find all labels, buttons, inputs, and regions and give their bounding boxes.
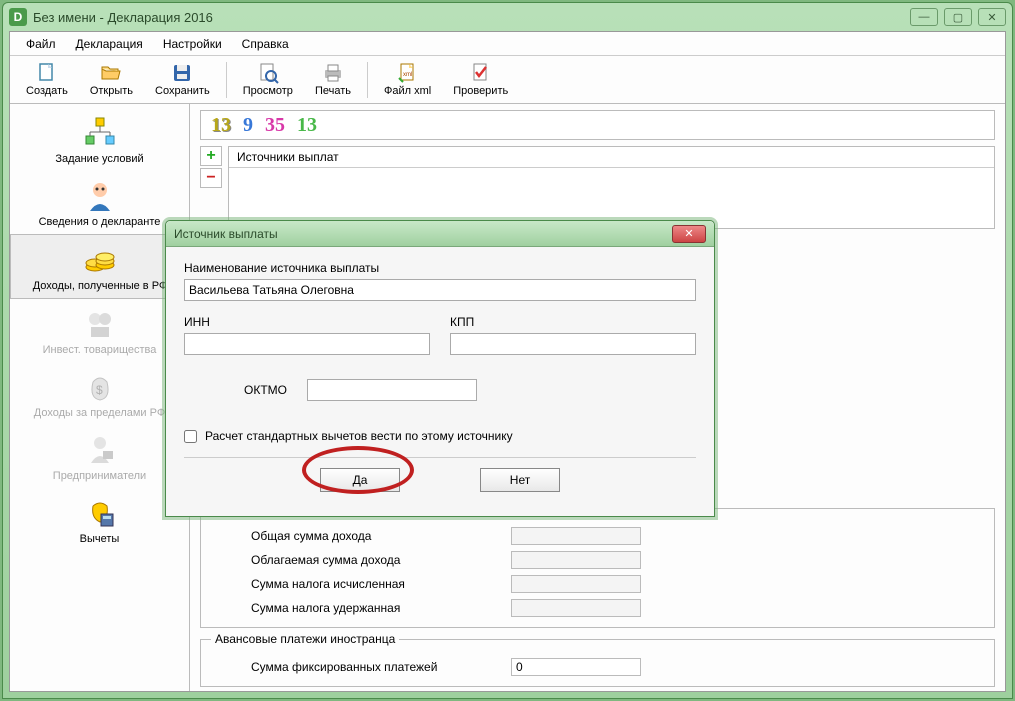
dialog-titlebar[interactable]: Источник выплаты ✕ xyxy=(166,221,714,247)
menu-help[interactable]: Справка xyxy=(234,35,297,53)
sidebar-item-entrepreneurs[interactable]: Предприниматели xyxy=(10,425,189,488)
kpp-input[interactable] xyxy=(450,333,696,355)
person-icon xyxy=(83,179,117,213)
rate-13a[interactable]: 13 xyxy=(211,114,231,137)
check-icon xyxy=(470,62,492,84)
menu-file[interactable]: Файл xyxy=(18,35,64,53)
svg-text:xml: xml xyxy=(403,72,412,78)
svg-text:$: $ xyxy=(96,383,103,397)
money-bag-icon: $ xyxy=(83,370,117,404)
preview-button[interactable]: Просмотр xyxy=(233,58,303,102)
print-button[interactable]: Печать xyxy=(305,58,361,102)
source-name-label: Наименование источника выплаты xyxy=(184,261,696,275)
sidebar-item-deductions[interactable]: Вычеты xyxy=(10,488,189,551)
sidebar-item-declarant[interactable]: Сведения о декларанте xyxy=(10,171,189,234)
xml-button[interactable]: xml Файл xml xyxy=(374,58,441,102)
close-window-button[interactable]: ✕ xyxy=(978,8,1006,26)
app-icon: D xyxy=(9,8,27,26)
fixed-payments-field[interactable] xyxy=(511,658,641,676)
no-button[interactable]: Нет xyxy=(480,468,560,492)
rate-35[interactable]: 35 xyxy=(265,114,285,137)
check-button[interactable]: Проверить xyxy=(443,58,518,102)
xml-file-icon: xml xyxy=(397,62,419,84)
payment-source-dialog: Источник выплаты ✕ Наименование источник… xyxy=(165,220,715,517)
toolbar: Создать Открыть Сохранить Просмотр Печат… xyxy=(10,56,1005,104)
folder-open-icon xyxy=(100,62,122,84)
oktmo-label: ОКТМО xyxy=(244,383,287,397)
new-file-icon xyxy=(36,62,58,84)
sidebar-item-income[interactable]: Доходы, полученные в РФ xyxy=(10,234,189,299)
total-income-field xyxy=(511,527,641,545)
menubar: Файл Декларация Настройки Справка xyxy=(10,32,1005,56)
invest-icon xyxy=(83,307,117,341)
inn-input[interactable] xyxy=(184,333,430,355)
titlebar: D Без имени - Декларация 2016 — ▢ ✕ xyxy=(3,3,1012,31)
tax-withheld-label: Сумма налога удержанная xyxy=(211,601,511,615)
add-source-button[interactable]: + xyxy=(200,146,222,166)
print-icon xyxy=(322,62,344,84)
standard-deductions-checkbox[interactable] xyxy=(184,430,197,443)
remove-source-button[interactable]: − xyxy=(200,168,222,188)
rate-tabs: 13 9 35 13 xyxy=(200,110,995,140)
deductions-icon xyxy=(83,496,117,530)
save-button[interactable]: Сохранить xyxy=(145,58,220,102)
tax-withheld-field xyxy=(511,599,641,617)
yes-button[interactable]: Да xyxy=(320,468,400,492)
totals-fieldset: Итоговые суммы по источнику выплат Общая… xyxy=(200,501,995,628)
dialog-close-button[interactable]: ✕ xyxy=(672,225,706,243)
create-button[interactable]: Создать xyxy=(16,58,78,102)
rate-13b[interactable]: 13 xyxy=(297,114,317,137)
taxable-income-field xyxy=(511,551,641,569)
maximize-button[interactable]: ▢ xyxy=(944,8,972,26)
sources-list[interactable]: Источники выплат xyxy=(228,146,995,229)
sidebar-item-abroad[interactable]: $ Доходы за пределами РФ xyxy=(10,362,189,425)
oktmo-input[interactable] xyxy=(307,379,477,401)
sources-header: Источники выплат xyxy=(229,147,994,168)
taxable-income-label: Облагаемая сумма дохода xyxy=(211,553,511,567)
tax-calc-label: Сумма налога исчисленная xyxy=(211,577,511,591)
sidebar-item-invest[interactable]: Инвест. товарищества xyxy=(10,299,189,362)
conditions-icon xyxy=(83,116,117,150)
menu-settings[interactable]: Настройки xyxy=(155,35,230,53)
tax-calc-field xyxy=(511,575,641,593)
save-icon xyxy=(171,62,193,84)
menu-declaration[interactable]: Декларация xyxy=(68,35,151,53)
sidebar: Задание условий Сведения о декларанте До… xyxy=(10,104,190,691)
sidebar-item-conditions[interactable]: Задание условий xyxy=(10,108,189,171)
advance-fieldset: Авансовые платежи иностранца Сумма фикси… xyxy=(200,632,995,687)
window-title: Без имени - Декларация 2016 xyxy=(33,10,213,25)
fixed-payments-label: Сумма фиксированных платежей xyxy=(211,660,511,674)
source-name-input[interactable] xyxy=(184,279,696,301)
entrepreneur-icon xyxy=(83,433,117,467)
rate-9[interactable]: 9 xyxy=(243,114,253,137)
open-button[interactable]: Открыть xyxy=(80,58,143,102)
standard-deductions-label: Расчет стандартных вычетов вести по этом… xyxy=(205,429,513,443)
inn-label: ИНН xyxy=(184,315,430,329)
dialog-title: Источник выплаты xyxy=(174,227,278,241)
minimize-button[interactable]: — xyxy=(910,8,938,26)
coins-icon xyxy=(83,243,117,277)
kpp-label: КПП xyxy=(450,315,696,329)
preview-icon xyxy=(257,62,279,84)
total-income-label: Общая сумма дохода xyxy=(211,529,511,543)
